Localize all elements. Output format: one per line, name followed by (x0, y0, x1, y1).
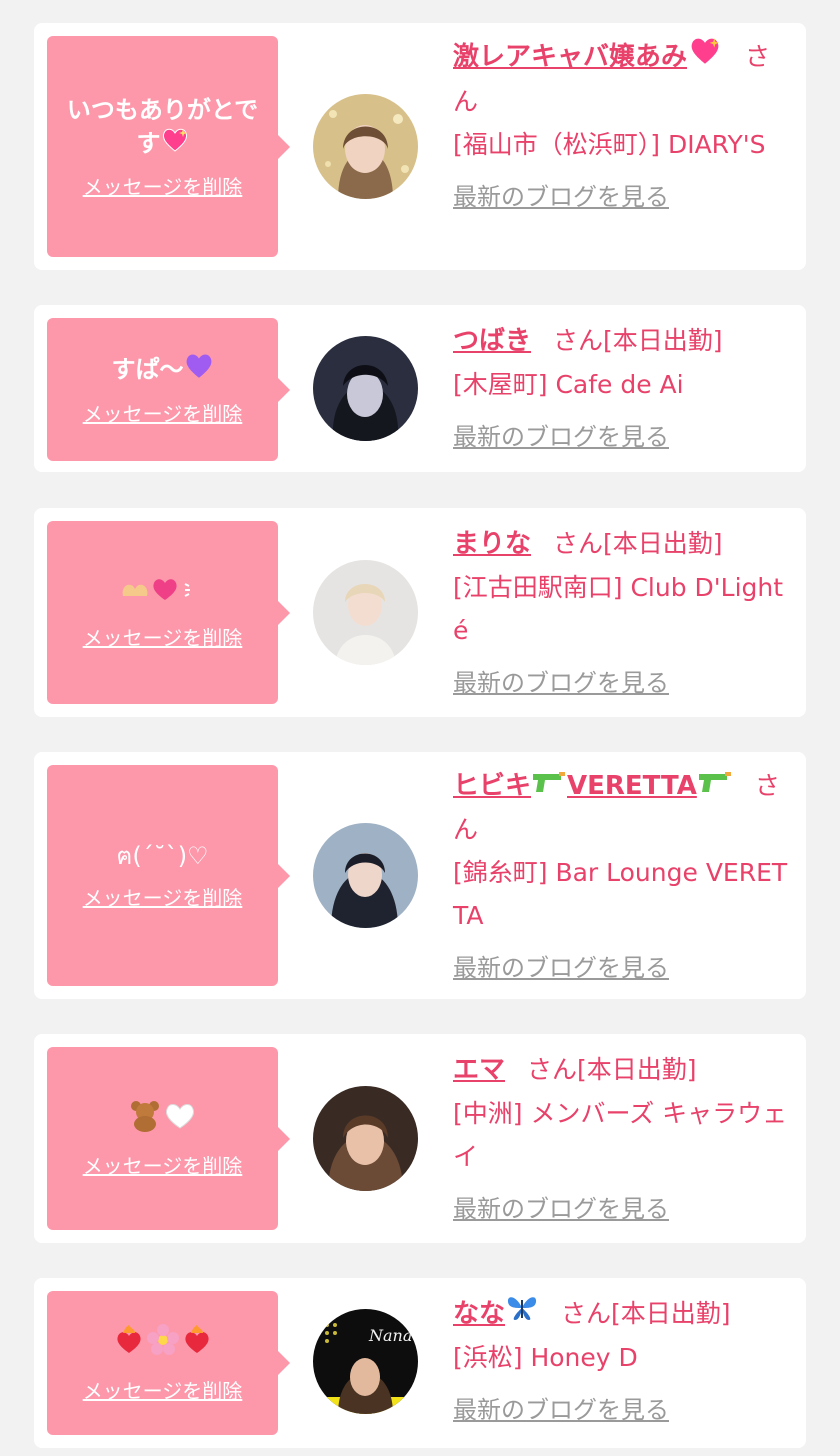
message-bubble: ฅ(´˘`)♡ メッセージを削除 (47, 765, 290, 986)
message-card: メッセージを削除 エマ さん[本日出勤] [中洲] メンバーズ キャラウェイ 最新… (34, 1034, 806, 1243)
water-pistol-icon (697, 765, 733, 808)
honorific-label: さん (561, 1299, 612, 1328)
message-bubble: メッセージを削除 (47, 1047, 290, 1230)
avatar[interactable] (313, 823, 418, 928)
attendance-status: [本日出勤] (603, 529, 723, 558)
view-blog-link[interactable]: 最新のブログを見る (453, 416, 669, 459)
fire-heart-blossom-icon (113, 1323, 213, 1366)
view-blog-link[interactable]: 最新のブログを見る (453, 176, 669, 219)
sparkling-heart-icon (161, 127, 189, 162)
svg-text:Nana: Nana (368, 1326, 412, 1345)
cast-name-line: エマ さん[本日出勤] (453, 1048, 792, 1092)
view-blog-link[interactable]: 最新のブログを見る (453, 947, 669, 990)
delete-message-link[interactable]: メッセージを削除 (83, 401, 243, 427)
message-card: メッセージを削除 Nana なな さん[本日出勤] [浜松] Honey D 最新… (34, 1278, 806, 1448)
cast-info: エマ さん[本日出勤] [中洲] メンバーズ キャラウェイ 最新のブログを見る (453, 1048, 792, 1231)
cast-info: なな さん[本日出勤] [浜松] Honey D 最新のブログを見る (453, 1292, 792, 1432)
message-card: メッセージを削除 まりな さん[本日出勤] [江古田駅南口] Club D'Lig… (34, 508, 806, 717)
butterfly-icon (505, 1293, 539, 1336)
teddy-bear-white-heart-icon (128, 1098, 198, 1141)
cast-info: まりな さん[本日出勤] [江古田駅南口] Club D'Lighté 最新のブロ… (453, 522, 792, 705)
sparkling-heart-icon (687, 36, 723, 80)
cast-name-line: ヒビキ VERETTA さん (453, 764, 792, 851)
avatar[interactable] (313, 94, 418, 199)
store-location: [錦糸町] Bar Lounge VERETTA (453, 858, 788, 930)
view-blog-link[interactable]: 最新のブログを見る (453, 662, 669, 705)
cast-name-link[interactable]: まりな (453, 529, 531, 559)
cast-name-line: まりな さん[本日出勤] (453, 522, 792, 566)
message-bubble: すぱ〜 メッセージを削除 (47, 318, 290, 461)
honorific-label: さん (553, 326, 604, 355)
cast-info: つばき さん[本日出勤] [木屋町] Cafe de Ai 最新のブログを見る (453, 319, 792, 459)
store-location: [中洲] メンバーズ キャラウェイ (453, 1099, 788, 1171)
message-text (99, 1323, 227, 1366)
view-blog-link[interactable]: 最新のブログを見る (453, 1188, 669, 1231)
view-blog-link[interactable]: 最新のブログを見る (453, 1389, 669, 1432)
honorific-label: さん (553, 529, 604, 558)
water-pistol-icon (531, 765, 567, 808)
message-card: ฅ(´˘`)♡ メッセージを削除 ヒビキ VERETTA さん [錦糸町] Bar … (34, 752, 806, 999)
heart-hands-heart-icon (119, 574, 207, 613)
delete-message-link[interactable]: メッセージを削除 (83, 1378, 243, 1404)
message-card: いつもありがとです メッセージを削除 激レアキャバ嬢あみ さん [福山市（松浜町）… (34, 23, 806, 270)
message-text: いつもありがとです (47, 94, 278, 162)
message-bubble: メッセージを削除 (47, 1291, 290, 1435)
honorific-label: さん (527, 1055, 578, 1084)
cast-name-line: なな さん[本日出勤] (453, 1292, 792, 1336)
attendance-status: [本日出勤] (611, 1299, 731, 1328)
cast-name-line: つばき さん[本日出勤] (453, 319, 792, 363)
cast-name-link[interactable]: つばき (453, 326, 531, 356)
message-text: すぱ〜 (98, 352, 228, 389)
cast-name-link[interactable]: 激レアキャバ嬢あみ (453, 37, 723, 72)
cast-info: 激レアキャバ嬢あみ さん [福山市（松浜町）] DIARY'S 最新のブログを見る (453, 35, 792, 219)
message-text: ฅ(´˘`)♡ (116, 842, 209, 870)
avatar[interactable] (313, 560, 418, 665)
message-bubble: メッセージを削除 (47, 521, 290, 704)
message-card: すぱ〜 メッセージを削除 つばき さん[本日出勤] [木屋町] Cafe de A… (34, 305, 806, 472)
store-location: [浜松] Honey D (453, 1343, 638, 1372)
store-location: [木屋町] Cafe de Ai (453, 370, 684, 399)
avatar[interactable]: Nana (313, 1309, 418, 1414)
avatar[interactable] (313, 1086, 418, 1191)
message-text (114, 1098, 212, 1141)
cast-name-link[interactable]: ヒビキ VERETTA (453, 771, 733, 801)
cast-name-link[interactable]: エマ (453, 1055, 505, 1085)
purple-heart-icon (184, 352, 214, 389)
cast-info: ヒビキ VERETTA さん [錦糸町] Bar Lounge VERETTA 最新… (453, 764, 792, 990)
delete-message-link[interactable]: メッセージを削除 (83, 1153, 243, 1179)
attendance-status: [本日出勤] (603, 326, 723, 355)
delete-message-link[interactable]: メッセージを削除 (83, 174, 243, 200)
cast-name-link[interactable]: なな (453, 1297, 539, 1329)
delete-message-link[interactable]: メッセージを削除 (83, 625, 243, 651)
store-location: [江古田駅南口] Club D'Lighté (453, 573, 784, 645)
message-text (105, 574, 221, 613)
cast-name-line: 激レアキャバ嬢あみ さん (453, 35, 792, 123)
attendance-status: [本日出勤] (577, 1055, 697, 1084)
delete-message-link[interactable]: メッセージを削除 (83, 885, 243, 911)
store-location: [福山市（松浜町）] DIARY'S (453, 129, 766, 159)
message-bubble: いつもありがとです メッセージを削除 (47, 36, 290, 257)
avatar[interactable] (313, 336, 418, 441)
